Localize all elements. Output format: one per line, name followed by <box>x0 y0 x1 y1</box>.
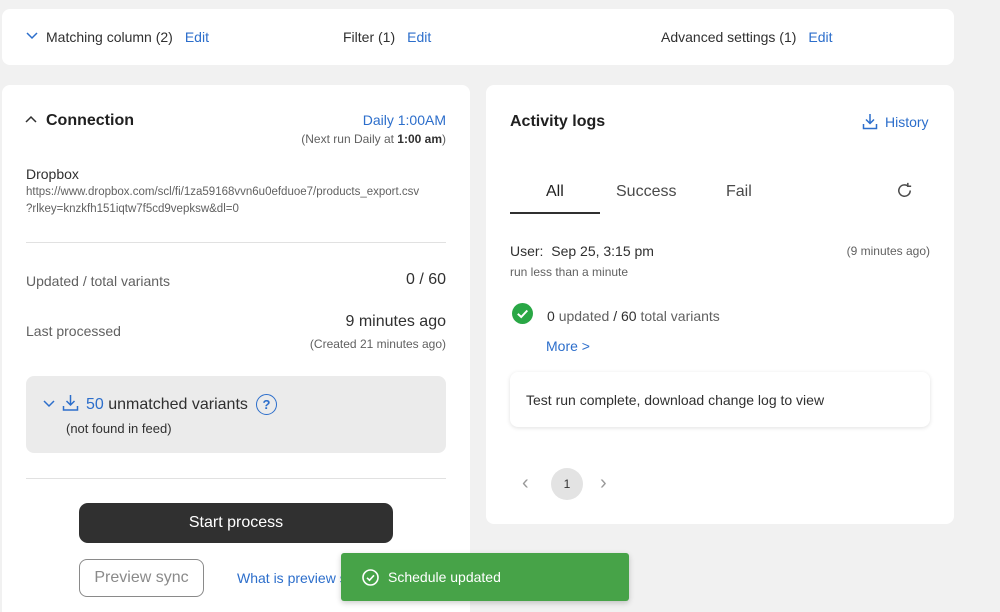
log-total-count: 60 <box>620 308 637 324</box>
source-name: Dropbox <box>26 166 79 182</box>
log-message-box: Test run complete, download change log t… <box>510 372 930 427</box>
history-label: History <box>885 113 929 130</box>
toast-text: Schedule updated <box>388 569 501 585</box>
connection-card: Connection Daily 1:00AM (Next run Daily … <box>2 85 470 612</box>
tab-fail[interactable]: Fail <box>726 183 752 201</box>
created-ago: (Created 21 minutes ago) <box>309 337 446 351</box>
pagination-next[interactable]: › <box>600 472 607 495</box>
last-processed-label: Last processed <box>26 323 121 339</box>
refresh-icon[interactable] <box>895 181 914 200</box>
help-icon[interactable]: ? <box>256 394 277 415</box>
start-process-button[interactable]: Start process <box>79 503 393 543</box>
download-icon <box>862 114 878 130</box>
check-circle-icon <box>362 569 379 586</box>
log-datetime: Sep 25, 3:15 pm <box>551 243 654 259</box>
toast-notification: Schedule updated <box>341 553 629 601</box>
chevron-down-icon[interactable] <box>26 32 38 40</box>
pagination-prev[interactable]: ‹ <box>522 472 529 495</box>
advanced-settings-item: Advanced settings (1) Edit <box>661 29 833 45</box>
next-run-time: 1:00 am <box>397 132 442 146</box>
source-url-line1: https://www.dropbox.com/scl/fi/1za59168v… <box>26 186 420 198</box>
tab-success[interactable]: Success <box>616 183 676 201</box>
chevron-up-icon[interactable] <box>25 115 37 123</box>
last-processed-value: 9 minutes ago <box>345 313 446 330</box>
matching-column-edit-link[interactable]: Edit <box>185 29 209 45</box>
what-is-preview-link[interactable]: What is preview s <box>237 570 347 586</box>
log-duration: run less than a minute <box>510 265 629 279</box>
download-icon[interactable] <box>62 394 79 412</box>
schedule-link[interactable]: Daily 1:00AM <box>363 112 446 128</box>
check-circle-icon <box>512 303 533 324</box>
log-result-text: 0 updated / 60 total variants <box>547 308 720 324</box>
pagination-current-page[interactable]: 1 <box>551 468 583 500</box>
updated-total-label: Updated / total variants <box>26 273 170 289</box>
log-updated-count: 0 <box>547 308 555 324</box>
log-more-link[interactable]: More > <box>546 338 590 354</box>
preview-sync-button[interactable]: Preview sync <box>79 559 204 597</box>
unmatched-variants-text: 50 unmatched variants <box>86 396 248 414</box>
history-link[interactable]: History <box>862 113 929 130</box>
log-ago: (9 minutes ago) <box>846 244 930 258</box>
settings-summary-bar: Matching column (2) Edit Filter (1) Edit A… <box>2 9 954 65</box>
filter-item: Filter (1) Edit <box>343 29 431 45</box>
next-run-text: (Next run Daily at 1:00 am) <box>301 132 446 146</box>
advanced-settings-label: Advanced settings (1) <box>661 29 797 45</box>
log-message: Test run complete, download change log t… <box>526 392 825 408</box>
tab-active-indicator <box>510 212 600 214</box>
unmatched-label: unmatched variants <box>108 396 248 413</box>
matching-column-item: Matching column (2) Edit <box>26 29 209 45</box>
divider <box>26 478 446 479</box>
divider <box>26 242 446 243</box>
log-user-line: User: Sep 25, 3:15 pm <box>510 243 654 259</box>
chevron-down-icon[interactable] <box>43 400 55 408</box>
filter-edit-link[interactable]: Edit <box>407 29 431 45</box>
activity-logs-title: Activity logs <box>510 113 606 130</box>
unmatched-variants-box: 50 unmatched variants ? (not found in fe… <box>26 376 446 453</box>
tab-all[interactable]: All <box>546 183 564 201</box>
source-url-line2: ?rlkey=knzkfh151iqtw7f5cd9vepksw&dl=0 <box>26 203 239 215</box>
advanced-settings-edit-link[interactable]: Edit <box>808 29 832 45</box>
matching-column-label: Matching column (2) <box>46 29 173 45</box>
filter-label: Filter (1) <box>343 29 396 45</box>
activity-logs-card: Activity logs History All Success Fail U… <box>486 85 954 524</box>
connection-title: Connection <box>46 112 134 129</box>
unmatched-note: (not found in feed) <box>66 421 172 436</box>
unmatched-count[interactable]: 50 <box>86 396 104 413</box>
updated-total-value: 0 / 60 <box>405 271 446 288</box>
log-user-label: User: <box>510 243 544 259</box>
